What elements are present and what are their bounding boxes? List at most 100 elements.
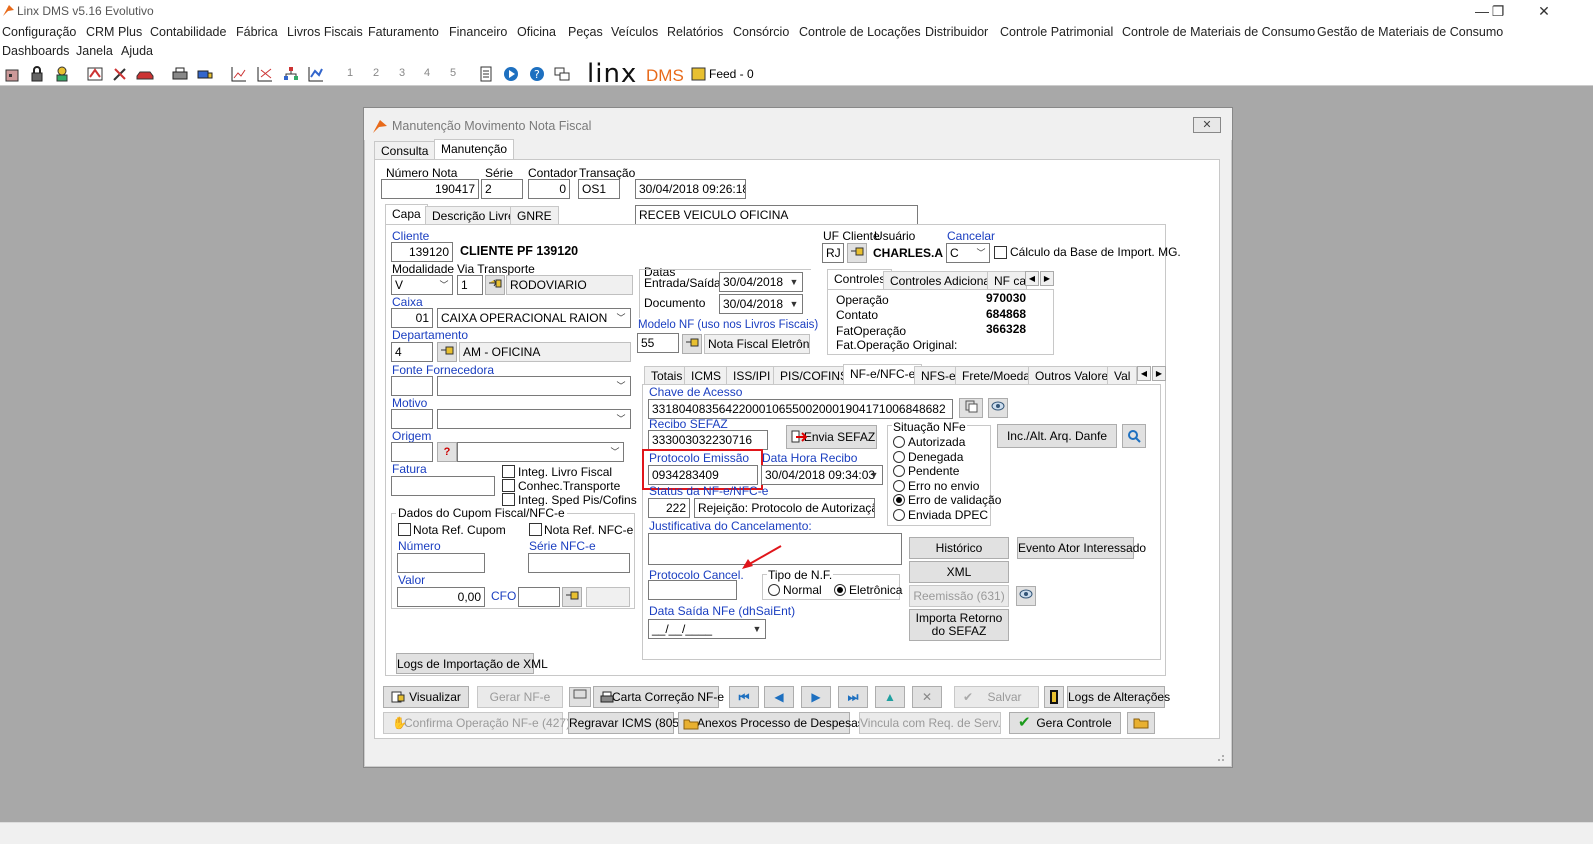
menu-oficina[interactable]: Oficina: [517, 25, 556, 39]
close-button[interactable]: ✕: [1522, 2, 1566, 20]
motivo-chevron-down-icon[interactable]: ﹀: [613, 410, 629, 428]
origem-help-icon[interactable]: ?: [437, 442, 457, 462]
controles-tab-right-icon[interactable]: ▶: [1040, 271, 1054, 286]
window-1[interactable]: 1: [347, 67, 353, 79]
data-hora-recibo-field[interactable]: 30/04/2018 09:34:03: [761, 465, 883, 485]
conhec-transporte-checkbox[interactable]: [502, 479, 515, 492]
tab-manutencao[interactable]: Manutenção: [434, 139, 515, 160]
menu-controle-locacoes[interactable]: Controle de Locações: [799, 25, 921, 39]
recibo-field[interactable]: 333003032230716: [648, 430, 768, 450]
nota-ref-nfce-checkbox[interactable]: [529, 523, 542, 536]
situacao-autorizada-radio[interactable]: [893, 436, 905, 448]
caixa-code-field[interactable]: 01: [391, 308, 433, 328]
menu-fabrica[interactable]: Fábrica: [236, 25, 278, 39]
situacao-erro-validacao-radio[interactable]: [893, 494, 905, 506]
menu-livros-fiscais[interactable]: Livros Fiscais: [287, 25, 363, 39]
descricao-field[interactable]: RECEB VEICULO OFICINA: [635, 205, 918, 225]
user-icon[interactable]: [53, 65, 71, 83]
tools-icon[interactable]: [111, 65, 129, 83]
window-4[interactable]: 4: [424, 67, 430, 79]
visualizar-button[interactable]: Visualizar: [383, 686, 469, 708]
prev-record-button[interactable]: ◀: [764, 686, 794, 708]
menu-controle-patrimonial[interactable]: Controle Patrimonial: [1000, 25, 1113, 39]
motivo-code-field[interactable]: [391, 409, 433, 429]
menu-gestao-materiais[interactable]: Gestão de Materiais de Consumo: [1317, 25, 1503, 39]
uf-cliente-field[interactable]: RJ: [822, 243, 844, 263]
tab-capa[interactable]: Capa: [385, 204, 428, 225]
modalidade-chevron-down-icon[interactable]: ﹀: [436, 276, 452, 294]
window-2[interactable]: 2: [373, 67, 379, 79]
motivo-select[interactable]: [437, 409, 631, 429]
truck-icon[interactable]: [196, 65, 214, 83]
xml-button[interactable]: XML: [909, 561, 1009, 583]
gera-controle-button[interactable]: ✔ Gera Controle: [1009, 712, 1121, 734]
fatura-field[interactable]: [391, 476, 495, 496]
windows-icon[interactable]: [553, 65, 571, 83]
origem-chevron-down-icon[interactable]: ﹀: [607, 443, 623, 461]
origem-label[interactable]: Origem: [392, 429, 431, 443]
caixa-select[interactable]: CAIXA OPERACIONAL RAION: [437, 308, 631, 328]
reemissao-view-button[interactable]: [1016, 586, 1036, 606]
tab-icms[interactable]: ICMS: [684, 366, 728, 385]
documento-chevron-down-icon[interactable]: ▼: [786, 295, 802, 313]
valor-field[interactable]: 0,00: [397, 587, 485, 607]
status-code-field[interactable]: 222: [648, 498, 690, 518]
motivo-label[interactable]: Motivo: [392, 396, 427, 410]
menu-controle-materiais[interactable]: Controle de Materiais de Consumo: [1122, 25, 1315, 39]
tab-iss-ipi[interactable]: ISS/IPI: [726, 366, 778, 385]
building-icon[interactable]: [3, 65, 21, 83]
menu-dashboards[interactable]: Dashboards: [2, 44, 69, 58]
feed-icon[interactable]: [691, 65, 709, 83]
grid-chart-icon[interactable]: [256, 65, 274, 83]
calculo-base-checkbox[interactable]: [994, 246, 1007, 259]
origem-code-field[interactable]: [391, 442, 433, 462]
envia-sefaz-button[interactable]: Envia SEFAZ: [786, 425, 877, 449]
stats-icon[interactable]: [307, 65, 325, 83]
importa-retorno-button[interactable]: Importa Retorno do SEFAZ: [909, 609, 1009, 641]
modelo-code-field[interactable]: 55: [637, 333, 679, 353]
historico-button[interactable]: Histórico: [909, 537, 1009, 559]
data-hora-chevron-down-icon[interactable]: ▼: [866, 466, 882, 484]
modelo-nf-label[interactable]: Modelo NF (uso nos Livros Fiscais): [638, 319, 818, 331]
menu-configuracao[interactable]: Configuração: [2, 25, 76, 39]
nfe-tab-left-icon[interactable]: ◀: [1137, 366, 1151, 381]
gerar-nfe-button[interactable]: Gerar NF-e: [477, 686, 563, 708]
cancel-button[interactable]: ✕: [912, 686, 942, 708]
help-icon[interactable]: ?: [528, 65, 546, 83]
protocolo-field[interactable]: 0934283409: [648, 465, 758, 485]
tab-nf-ca[interactable]: NF ca: [987, 271, 1027, 290]
tipo-normal-radio[interactable]: [768, 584, 780, 596]
vincula-button[interactable]: Vincula com Req. de Serv.: [859, 712, 1001, 734]
nota-ref-cupom-checkbox[interactable]: [398, 523, 411, 536]
fonte-fornecedora-label[interactable]: Fonte Fornecedora: [392, 363, 494, 377]
integ-sped-checkbox[interactable]: [502, 493, 515, 506]
menu-distribuidor[interactable]: Distribuidor: [925, 25, 988, 39]
chart-icon[interactable]: [230, 65, 248, 83]
carta-correcao-button[interactable]: Carta Correção NF-e: [593, 686, 724, 708]
anexos-button[interactable]: Anexos Processo de Despesas: [678, 712, 864, 734]
via-lookup-button[interactable]: [485, 275, 505, 295]
resize-grip-icon[interactable]: [1214, 751, 1226, 763]
numero-nota-field[interactable]: 190417: [381, 179, 479, 199]
fatura-label[interactable]: Fatura: [392, 462, 427, 476]
depto-lookup-button[interactable]: [437, 342, 457, 362]
cancelar-chevron-down-icon[interactable]: ﹀: [973, 244, 989, 262]
menu-ajuda[interactable]: Ajuda: [121, 44, 153, 58]
contador-field[interactable]: 0: [528, 179, 570, 199]
search-button[interactable]: [1122, 424, 1146, 448]
menu-janela[interactable]: Janela: [76, 44, 113, 58]
menu-faturamento[interactable]: Faturamento: [368, 25, 439, 39]
chave-field[interactable]: 3318040835642200010655002000190417100684…: [648, 399, 953, 419]
transacao-datetime[interactable]: 30/04/2018 09:26:18: [635, 179, 746, 199]
keyboard-button[interactable]: [569, 687, 591, 707]
numero-field[interactable]: [397, 553, 485, 573]
fonte-code-field[interactable]: [391, 376, 433, 396]
status-text-field[interactable]: Rejeição: Protocolo de Autorização d: [694, 498, 875, 518]
network-icon[interactable]: [282, 65, 300, 83]
logs-xml-button[interactable]: Logs de Importação de XML: [396, 653, 548, 674]
menu-contabilidade[interactable]: Contabilidade: [150, 25, 226, 39]
play-icon[interactable]: [502, 65, 520, 83]
depto-code-field[interactable]: 4: [391, 342, 433, 362]
cliente-code-field[interactable]: 139120: [391, 242, 453, 262]
tab-val[interactable]: Val: [1107, 366, 1137, 385]
